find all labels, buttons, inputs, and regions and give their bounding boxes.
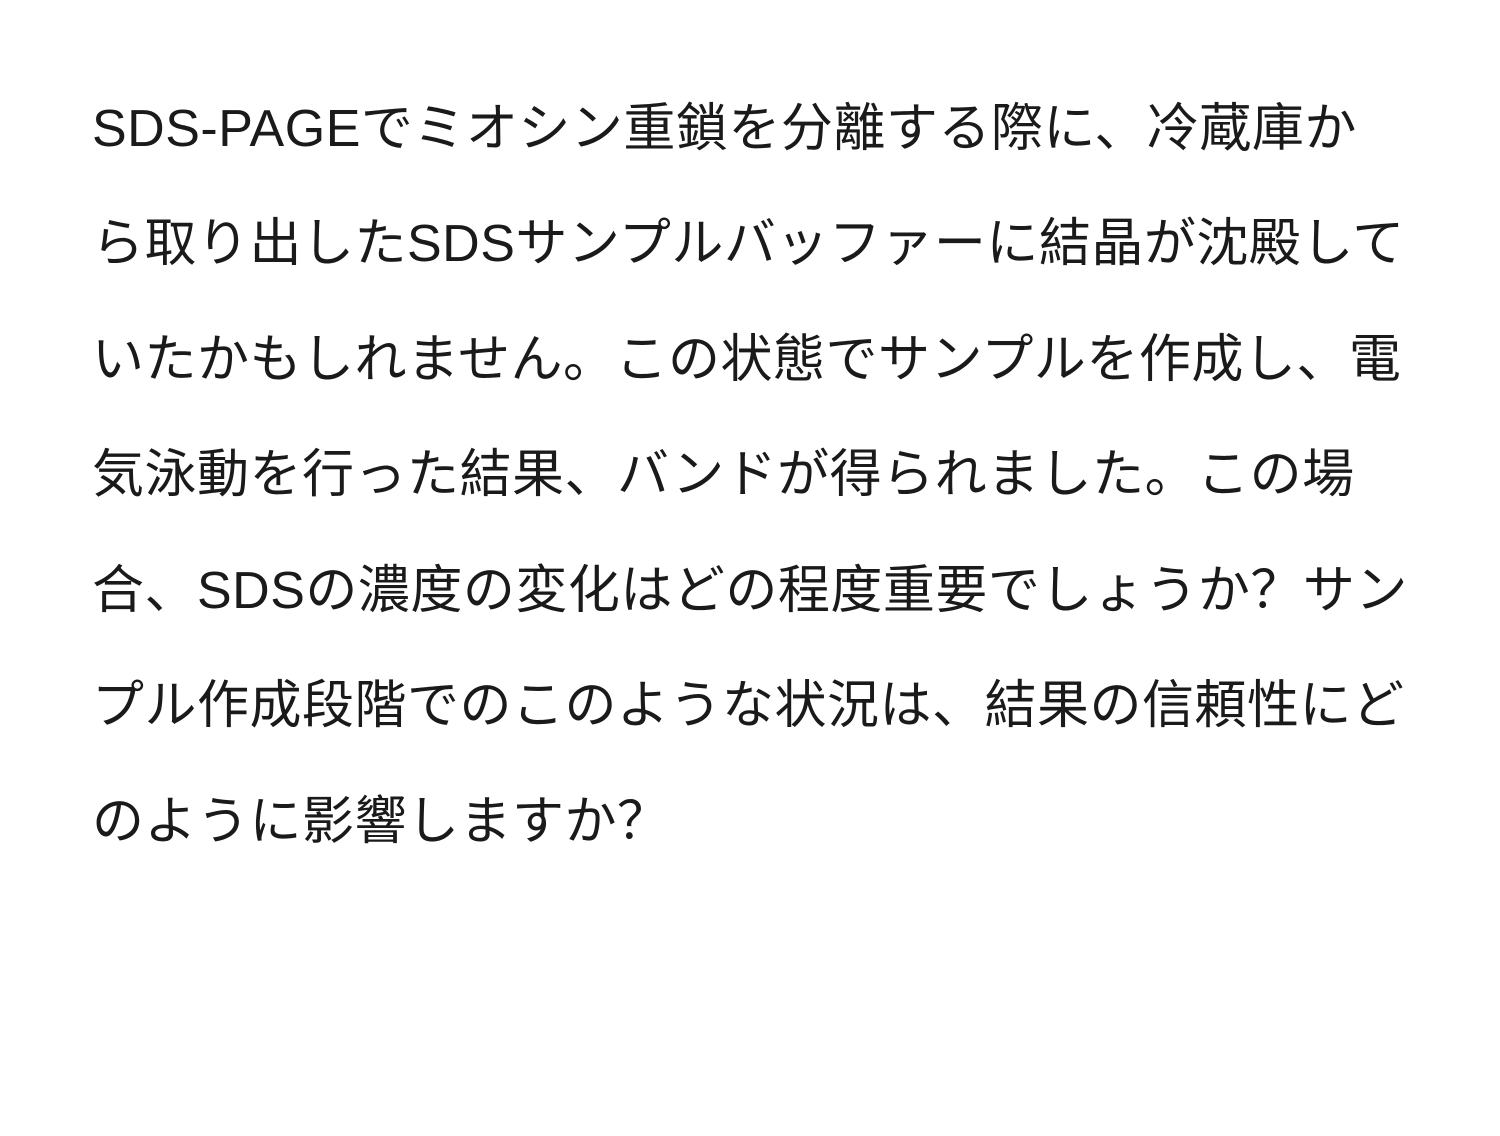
document-paragraph: SDS-PAGEでミオシン重鎖を分離する際に、冷蔵庫から取り出したSDSサンプル… — [92, 72, 1408, 880]
